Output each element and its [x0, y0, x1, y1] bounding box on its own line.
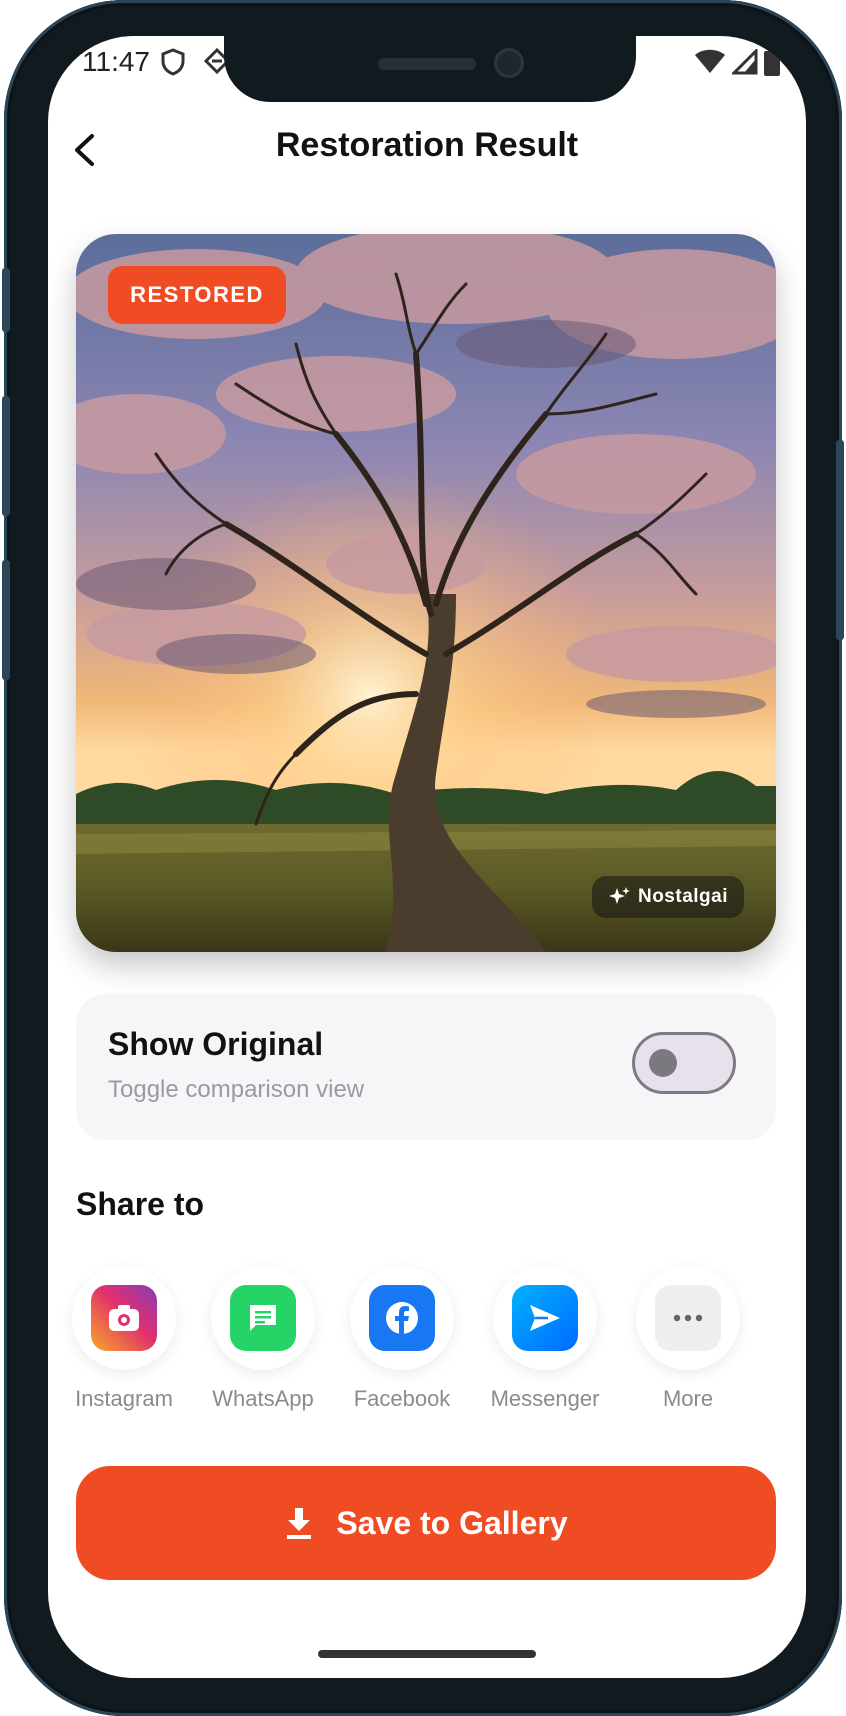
share-label: Instagram — [75, 1386, 173, 1411]
camera-notch — [224, 36, 636, 102]
instagram-icon — [91, 1285, 157, 1351]
status-time: 11:47 — [82, 46, 150, 77]
share-label: Messenger — [490, 1386, 600, 1411]
share-label: WhatsApp — [212, 1386, 314, 1411]
volume-down-button — [2, 560, 10, 680]
watermark-badge: Nostalgai — [591, 876, 744, 918]
sparkle-icon — [608, 887, 630, 904]
shield-icon — [160, 48, 186, 81]
app-screen: 11:47 Restoration Result RESTORED Nostal… — [48, 36, 806, 1678]
more-icon — [655, 1285, 721, 1351]
download-icon — [287, 1508, 312, 1539]
share-heading: Share to — [76, 1186, 205, 1222]
share-icon-circle — [493, 1266, 597, 1370]
toggle-knob — [649, 1049, 677, 1077]
share-label: Facebook — [353, 1386, 451, 1411]
front-camera — [494, 48, 524, 78]
messenger-icon — [512, 1285, 578, 1351]
volume-up-button — [2, 396, 10, 516]
save-to-gallery-button[interactable]: Save to Gallery — [76, 1466, 776, 1580]
restored-photo[interactable]: RESTORED Nostalgai — [76, 234, 776, 952]
page-title: Restoration Result — [275, 126, 579, 164]
share-options: Instagram WhatsApp Facebook Messenger Mo… — [72, 1266, 776, 1466]
show-original-toggle[interactable] — [632, 1032, 736, 1094]
share-icon-circle — [211, 1266, 315, 1370]
status-icons — [694, 47, 780, 81]
facebook-icon — [369, 1285, 435, 1351]
share-whatsapp-button[interactable]: WhatsApp — [193, 1266, 333, 1412]
share-messenger-button[interactable]: Messenger — [475, 1266, 615, 1412]
share-label: More — [662, 1386, 714, 1411]
share-icon-circle — [350, 1266, 454, 1370]
restored-badge: RESTORED — [108, 266, 286, 324]
power-button — [836, 440, 844, 640]
brand-name: Nostalgai — [637, 886, 728, 907]
phone-frame: 11:47 Restoration Result RESTORED Nostal… — [2, 0, 844, 1716]
share-facebook-button[interactable]: Facebook — [332, 1266, 472, 1412]
wifi-icon — [694, 49, 726, 80]
compare-toggle-card: Show Original Toggle comparison view — [76, 994, 776, 1140]
share-icon-circle — [636, 1266, 740, 1370]
home-indicator[interactable] — [318, 1650, 536, 1658]
speaker — [378, 58, 476, 70]
whatsapp-icon — [230, 1285, 296, 1351]
restored-image — [76, 234, 776, 952]
share-instagram-button[interactable]: Instagram — [54, 1266, 194, 1412]
side-button — [2, 268, 10, 332]
share-icon-circle — [72, 1266, 176, 1370]
battery-icon — [764, 48, 780, 81]
save-button-label: Save to Gallery — [336, 1504, 568, 1541]
app-header: Restoration Result — [48, 112, 806, 184]
compare-toggle-title: Show Original — [108, 1026, 324, 1062]
compare-toggle-subtitle: Toggle comparison view — [108, 1076, 365, 1103]
share-more-button[interactable]: More — [618, 1266, 758, 1412]
cell-signal-icon — [730, 47, 758, 80]
